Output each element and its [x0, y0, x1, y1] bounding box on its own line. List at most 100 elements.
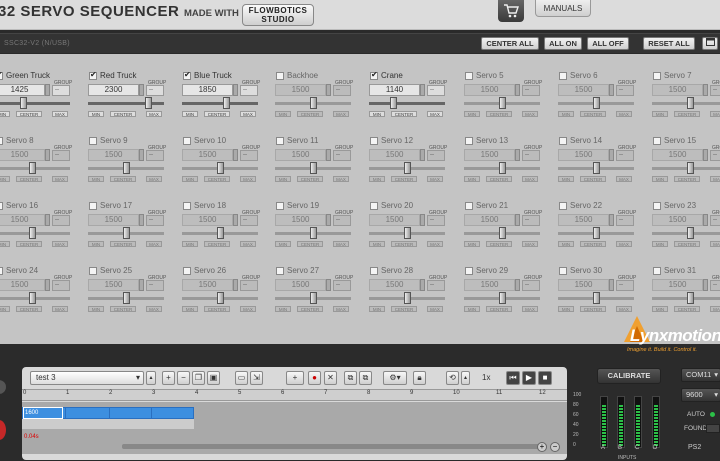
value-spinner[interactable] — [326, 84, 331, 96]
value-spinner[interactable] — [139, 84, 144, 96]
center-button[interactable]: CENTER — [674, 176, 700, 182]
value-spinner[interactable] — [609, 214, 614, 226]
group-select[interactable]: -- — [616, 280, 634, 291]
copy-sequence-button[interactable]: ❐ — [192, 371, 205, 385]
max-button[interactable]: MAX — [52, 111, 68, 117]
max-button[interactable]: MAX — [710, 306, 720, 312]
center-button[interactable]: CENTER — [16, 176, 42, 182]
save-button[interactable]: ▣ — [207, 371, 220, 385]
servo-value-field[interactable]: 1140 — [369, 84, 420, 96]
servo-slider-track[interactable] — [652, 167, 720, 170]
group-select[interactable]: -- — [146, 85, 164, 96]
value-spinner[interactable] — [139, 149, 144, 161]
servo-enable-checkbox[interactable] — [0, 267, 3, 275]
servo-slider-thumb[interactable] — [145, 97, 152, 109]
group-select[interactable]: -- — [710, 215, 720, 226]
servo-slider-thumb[interactable] — [593, 162, 600, 174]
shopping-cart-button[interactable] — [498, 0, 524, 22]
servo-value-field[interactable]: 2300 — [88, 84, 139, 96]
servo-slider-thumb[interactable] — [390, 97, 397, 109]
servo-slider-track[interactable] — [0, 102, 70, 105]
group-select[interactable]: -- — [522, 215, 540, 226]
servo-slider-thumb[interactable] — [499, 162, 506, 174]
servo-value-field[interactable]: 1500 — [182, 214, 233, 226]
stop-button[interactable]: ■ — [538, 371, 552, 385]
max-button[interactable]: MAX — [616, 241, 632, 247]
servo-value-field[interactable]: 1850 — [182, 84, 233, 96]
reset-all-button[interactable]: RESET ALL — [643, 37, 695, 50]
group-select[interactable]: -- — [710, 85, 720, 96]
servo-value-field[interactable]: 1500 — [558, 279, 609, 291]
servo-enable-checkbox[interactable] — [276, 72, 284, 80]
servo-slider-thumb[interactable] — [29, 227, 36, 239]
group-select[interactable]: -- — [522, 85, 540, 96]
max-button[interactable]: MAX — [427, 241, 443, 247]
min-button[interactable]: MIN — [464, 241, 480, 247]
servo-enable-checkbox[interactable] — [559, 72, 567, 80]
min-button[interactable]: MIN — [275, 306, 291, 312]
max-button[interactable]: MAX — [333, 176, 349, 182]
lock-button[interactable]: 🔒︎ — [413, 371, 426, 385]
servo-slider-thumb[interactable] — [217, 162, 224, 174]
center-button[interactable]: CENTER — [110, 176, 136, 182]
servo-enable-checkbox[interactable] — [89, 202, 97, 210]
servo-enable-checkbox[interactable] — [653, 267, 661, 275]
com-port-select[interactable]: COM11 ▾ — [681, 368, 720, 382]
loop-button[interactable]: ⟲ — [446, 371, 459, 385]
value-spinner[interactable] — [233, 214, 238, 226]
value-spinner[interactable] — [420, 149, 425, 161]
min-button[interactable]: MIN — [558, 241, 574, 247]
min-button[interactable]: MIN — [88, 241, 104, 247]
servo-slider-thumb[interactable] — [404, 227, 411, 239]
zoom-out-button[interactable]: − — [550, 442, 560, 452]
min-button[interactable]: MIN — [652, 241, 668, 247]
max-button[interactable]: MAX — [240, 111, 256, 117]
servo-value-field[interactable]: 1500 — [464, 214, 515, 226]
group-select[interactable]: -- — [616, 85, 634, 96]
servo-enable-checkbox[interactable] — [89, 70, 97, 80]
min-button[interactable]: MIN — [275, 111, 291, 117]
group-select[interactable]: -- — [146, 280, 164, 291]
max-button[interactable]: MAX — [52, 306, 68, 312]
center-button[interactable]: CENTER — [674, 111, 700, 117]
remove-sequence-button[interactable]: − — [177, 371, 190, 385]
servo-value-field[interactable]: 1500 — [464, 279, 515, 291]
min-button[interactable]: MIN — [652, 111, 668, 117]
group-select[interactable]: -- — [427, 215, 445, 226]
min-button[interactable]: MIN — [558, 176, 574, 182]
min-button[interactable]: MIN — [182, 111, 198, 117]
max-button[interactable]: MAX — [616, 306, 632, 312]
value-spinner[interactable] — [609, 84, 614, 96]
min-button[interactable]: MIN — [369, 111, 385, 117]
servo-value-field[interactable]: 1500 — [275, 84, 326, 96]
min-button[interactable]: MIN — [0, 176, 10, 182]
play-button[interactable]: ▶ — [522, 371, 536, 385]
center-button[interactable]: CENTER — [204, 241, 230, 247]
center-button[interactable]: CENTER — [580, 176, 606, 182]
calibrate-button[interactable]: CALIBRATE — [597, 368, 661, 384]
max-button[interactable]: MAX — [240, 241, 256, 247]
center-button[interactable]: CENTER — [16, 111, 42, 117]
value-spinner[interactable] — [45, 149, 50, 161]
value-spinner[interactable] — [45, 84, 50, 96]
servo-value-field[interactable]: 1500 — [88, 149, 139, 161]
group-select[interactable]: -- — [240, 150, 258, 161]
servo-slider-thumb[interactable] — [499, 227, 506, 239]
servo-slider-thumb[interactable] — [687, 292, 694, 304]
max-button[interactable]: MAX — [427, 176, 443, 182]
value-spinner[interactable] — [420, 84, 425, 96]
max-button[interactable]: MAX — [616, 176, 632, 182]
add-sequence-button[interactable]: + — [162, 371, 175, 385]
center-button[interactable]: CENTER — [16, 306, 42, 312]
center-button[interactable]: CENTER — [110, 111, 136, 117]
servo-slider-thumb[interactable] — [20, 97, 27, 109]
min-button[interactable]: MIN — [369, 241, 385, 247]
group-select[interactable]: -- — [710, 280, 720, 291]
center-button[interactable]: CENTER — [297, 241, 323, 247]
servo-enable-checkbox[interactable] — [465, 137, 473, 145]
max-button[interactable]: MAX — [240, 176, 256, 182]
servo-value-field[interactable]: 1500 — [0, 214, 45, 226]
timeline-scrollbar[interactable] — [122, 444, 547, 449]
servo-enable-checkbox[interactable] — [183, 267, 191, 275]
value-spinner[interactable] — [139, 279, 144, 291]
